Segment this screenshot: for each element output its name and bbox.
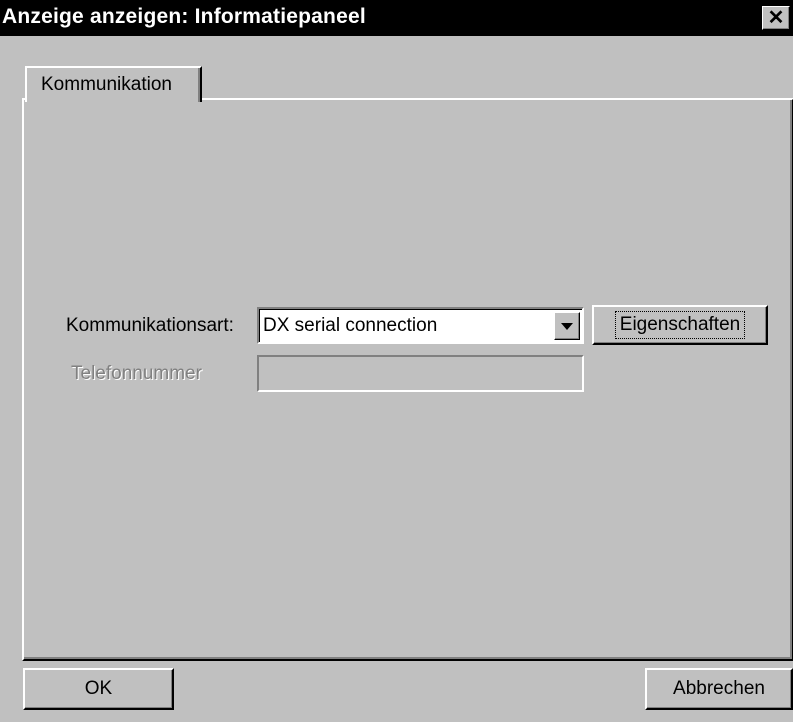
close-icon: ✕ xyxy=(767,7,785,29)
tab-kommunikation[interactable]: Kommunikation xyxy=(25,66,202,102)
comm-type-select[interactable]: DX serial connection xyxy=(257,307,584,344)
chevron-down-icon[interactable] xyxy=(554,312,580,340)
cancel-button[interactable]: Abbrechen xyxy=(645,668,793,710)
phone-field[interactable] xyxy=(257,355,584,392)
close-button[interactable]: ✕ xyxy=(762,6,790,30)
comm-type-value: DX serial connection xyxy=(263,315,438,336)
properties-button[interactable]: Eigenschaften xyxy=(592,305,768,345)
ok-button-label: OK xyxy=(84,678,113,699)
comm-type-label: Kommunikationsart: xyxy=(66,315,234,336)
phone-label: Telefonnummer xyxy=(71,363,202,384)
title-bar: Anzeige anzeigen: Informatiepaneel ✕ xyxy=(0,0,793,36)
cancel-button-label: Abbrechen xyxy=(673,678,765,699)
window-title: Anzeige anzeigen: Informatiepaneel xyxy=(2,5,366,28)
tab-label: Kommunikation xyxy=(41,74,172,95)
properties-button-label: Eigenschaften xyxy=(614,311,746,339)
ok-button[interactable]: OK xyxy=(23,668,174,710)
